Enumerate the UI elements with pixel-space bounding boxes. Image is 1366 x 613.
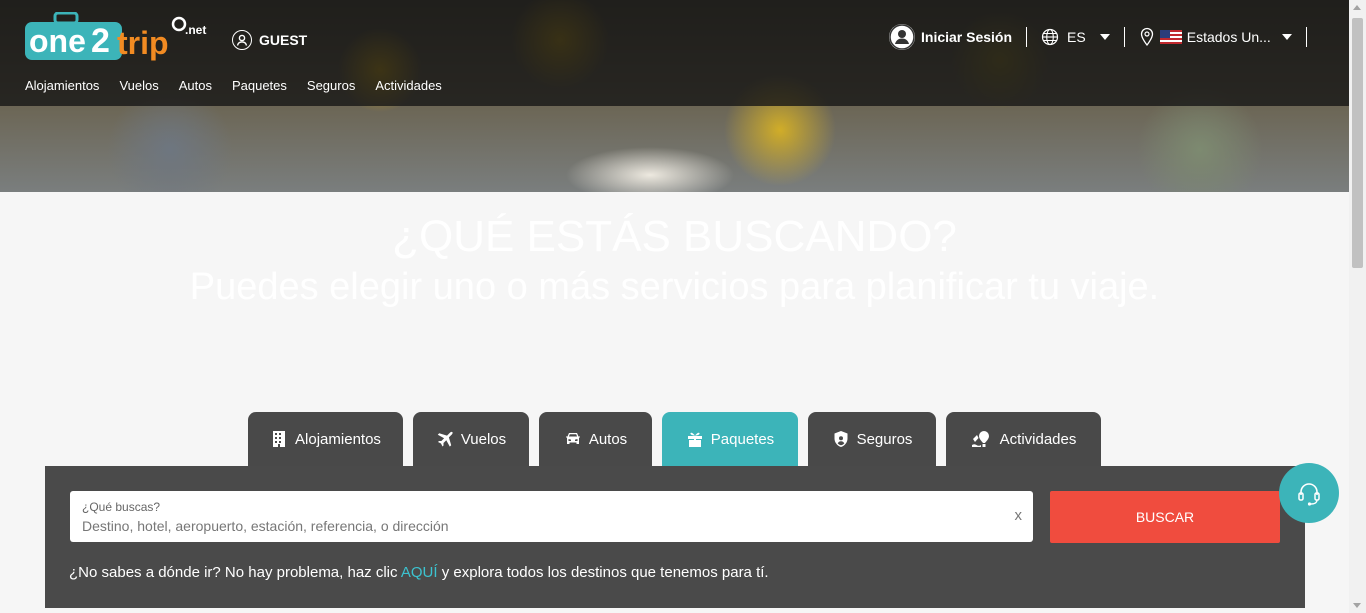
scrollbar-thumb[interactable]: [1352, 18, 1363, 268]
tab-autos[interactable]: Autos: [539, 412, 652, 466]
tab-seguros[interactable]: Seguros: [808, 412, 936, 466]
chevron-down-icon: [1099, 34, 1110, 40]
vertical-scrollbar[interactable]: [1349, 0, 1366, 613]
car-icon: [565, 433, 580, 444]
us-flag-icon: [1159, 30, 1182, 44]
headset-icon: [1298, 483, 1320, 506]
svg-text:one: one: [29, 23, 86, 59]
menu-item-seguros[interactable]: Seguros: [307, 78, 355, 93]
tab-label: Alojamientos: [295, 430, 381, 448]
menu-item-alojamientos[interactable]: Alojamientos: [25, 78, 99, 93]
tab-label: Actividades: [999, 430, 1077, 448]
divider: [1026, 27, 1028, 47]
search-label: ¿Qué buscas?: [82, 500, 161, 514]
scroll-up-icon[interactable]: [1353, 5, 1361, 10]
main-menu: Alojamientos Vuelos Autos Paquetes Segur…: [25, 78, 442, 93]
search-panel: ¿Qué buscas? x BUSCAR ¿No sabes a dónde …: [45, 466, 1305, 608]
gift-icon: [687, 432, 702, 447]
language-selector[interactable]: ES: [1041, 28, 1110, 46]
explore-text-before: ¿No sabes a dónde ir? No hay problema, h…: [69, 564, 401, 581]
tab-paquetes[interactable]: Paquetes: [662, 412, 798, 466]
country-value: Estados Un...: [1186, 29, 1271, 45]
tab-alojamientos[interactable]: Alojamientos: [248, 412, 403, 466]
search-button[interactable]: BUSCAR: [1050, 491, 1280, 543]
building-icon: [273, 431, 286, 447]
country-selector[interactable]: Estados Un...: [1139, 27, 1292, 47]
guest-label: GUEST: [259, 32, 308, 48]
search-input[interactable]: [82, 518, 982, 534]
chevron-down-icon: [1281, 34, 1292, 40]
menu-item-paquetes[interactable]: Paquetes: [232, 78, 287, 93]
user-avatar-icon: [889, 24, 915, 50]
hero-title: ¿QUÉ ESTÁS BUSCANDO?: [392, 212, 957, 261]
guest-indicator[interactable]: GUEST: [232, 30, 307, 50]
search-box[interactable]: ¿Qué buscas? x: [70, 491, 1033, 542]
user-outline-icon: [232, 30, 252, 50]
clear-search-button[interactable]: x: [1015, 507, 1023, 524]
tab-label: Autos: [588, 430, 628, 448]
tab-label: Vuelos: [460, 430, 507, 448]
explore-text: ¿No sabes a dónde ir? No hay problema, h…: [69, 564, 769, 581]
explore-link[interactable]: AQUÍ: [401, 564, 438, 581]
divider: [1123, 27, 1125, 47]
tab-vuelos[interactable]: Vuelos: [413, 412, 529, 466]
menu-item-actividades[interactable]: Actividades: [375, 78, 441, 93]
svg-text:2: 2: [91, 22, 110, 60]
menu-item-vuelos[interactable]: Vuelos: [119, 78, 158, 93]
menu-item-autos[interactable]: Autos: [179, 78, 212, 93]
service-tabs: Alojamientos Vuelos Autos Paquetes Segur…: [248, 412, 1101, 466]
login-label: Iniciar Sesión: [921, 29, 1013, 45]
login-button[interactable]: Iniciar Sesión: [889, 24, 1012, 50]
balloon-icon: [971, 431, 989, 447]
account-bar: Iniciar Sesión ES Estados Un...: [889, 24, 1321, 50]
support-chat-button[interactable]: [1279, 463, 1339, 523]
tab-label: Paquetes: [710, 430, 775, 448]
shield-icon: [834, 431, 848, 447]
svg-text:.net: .net: [185, 23, 206, 37]
divider: [1305, 27, 1307, 47]
hero-subtitle: Puedes elegir uno o más servicios para p…: [189, 266, 1160, 308]
plane-icon: [437, 431, 453, 447]
tab-label: Seguros: [856, 430, 913, 448]
one2trip-logo[interactable]: one 2 trip .net: [25, 12, 215, 64]
globe-icon: [1041, 28, 1059, 46]
tab-actividades[interactable]: Actividades: [946, 412, 1101, 466]
svg-text:trip: trip: [117, 25, 169, 61]
scroll-down-icon[interactable]: [1353, 603, 1361, 608]
explore-text-after: y explora todos los destinos que tenemos…: [437, 564, 769, 581]
location-pin-icon: [1140, 27, 1153, 47]
language-value: ES: [1067, 29, 1086, 45]
